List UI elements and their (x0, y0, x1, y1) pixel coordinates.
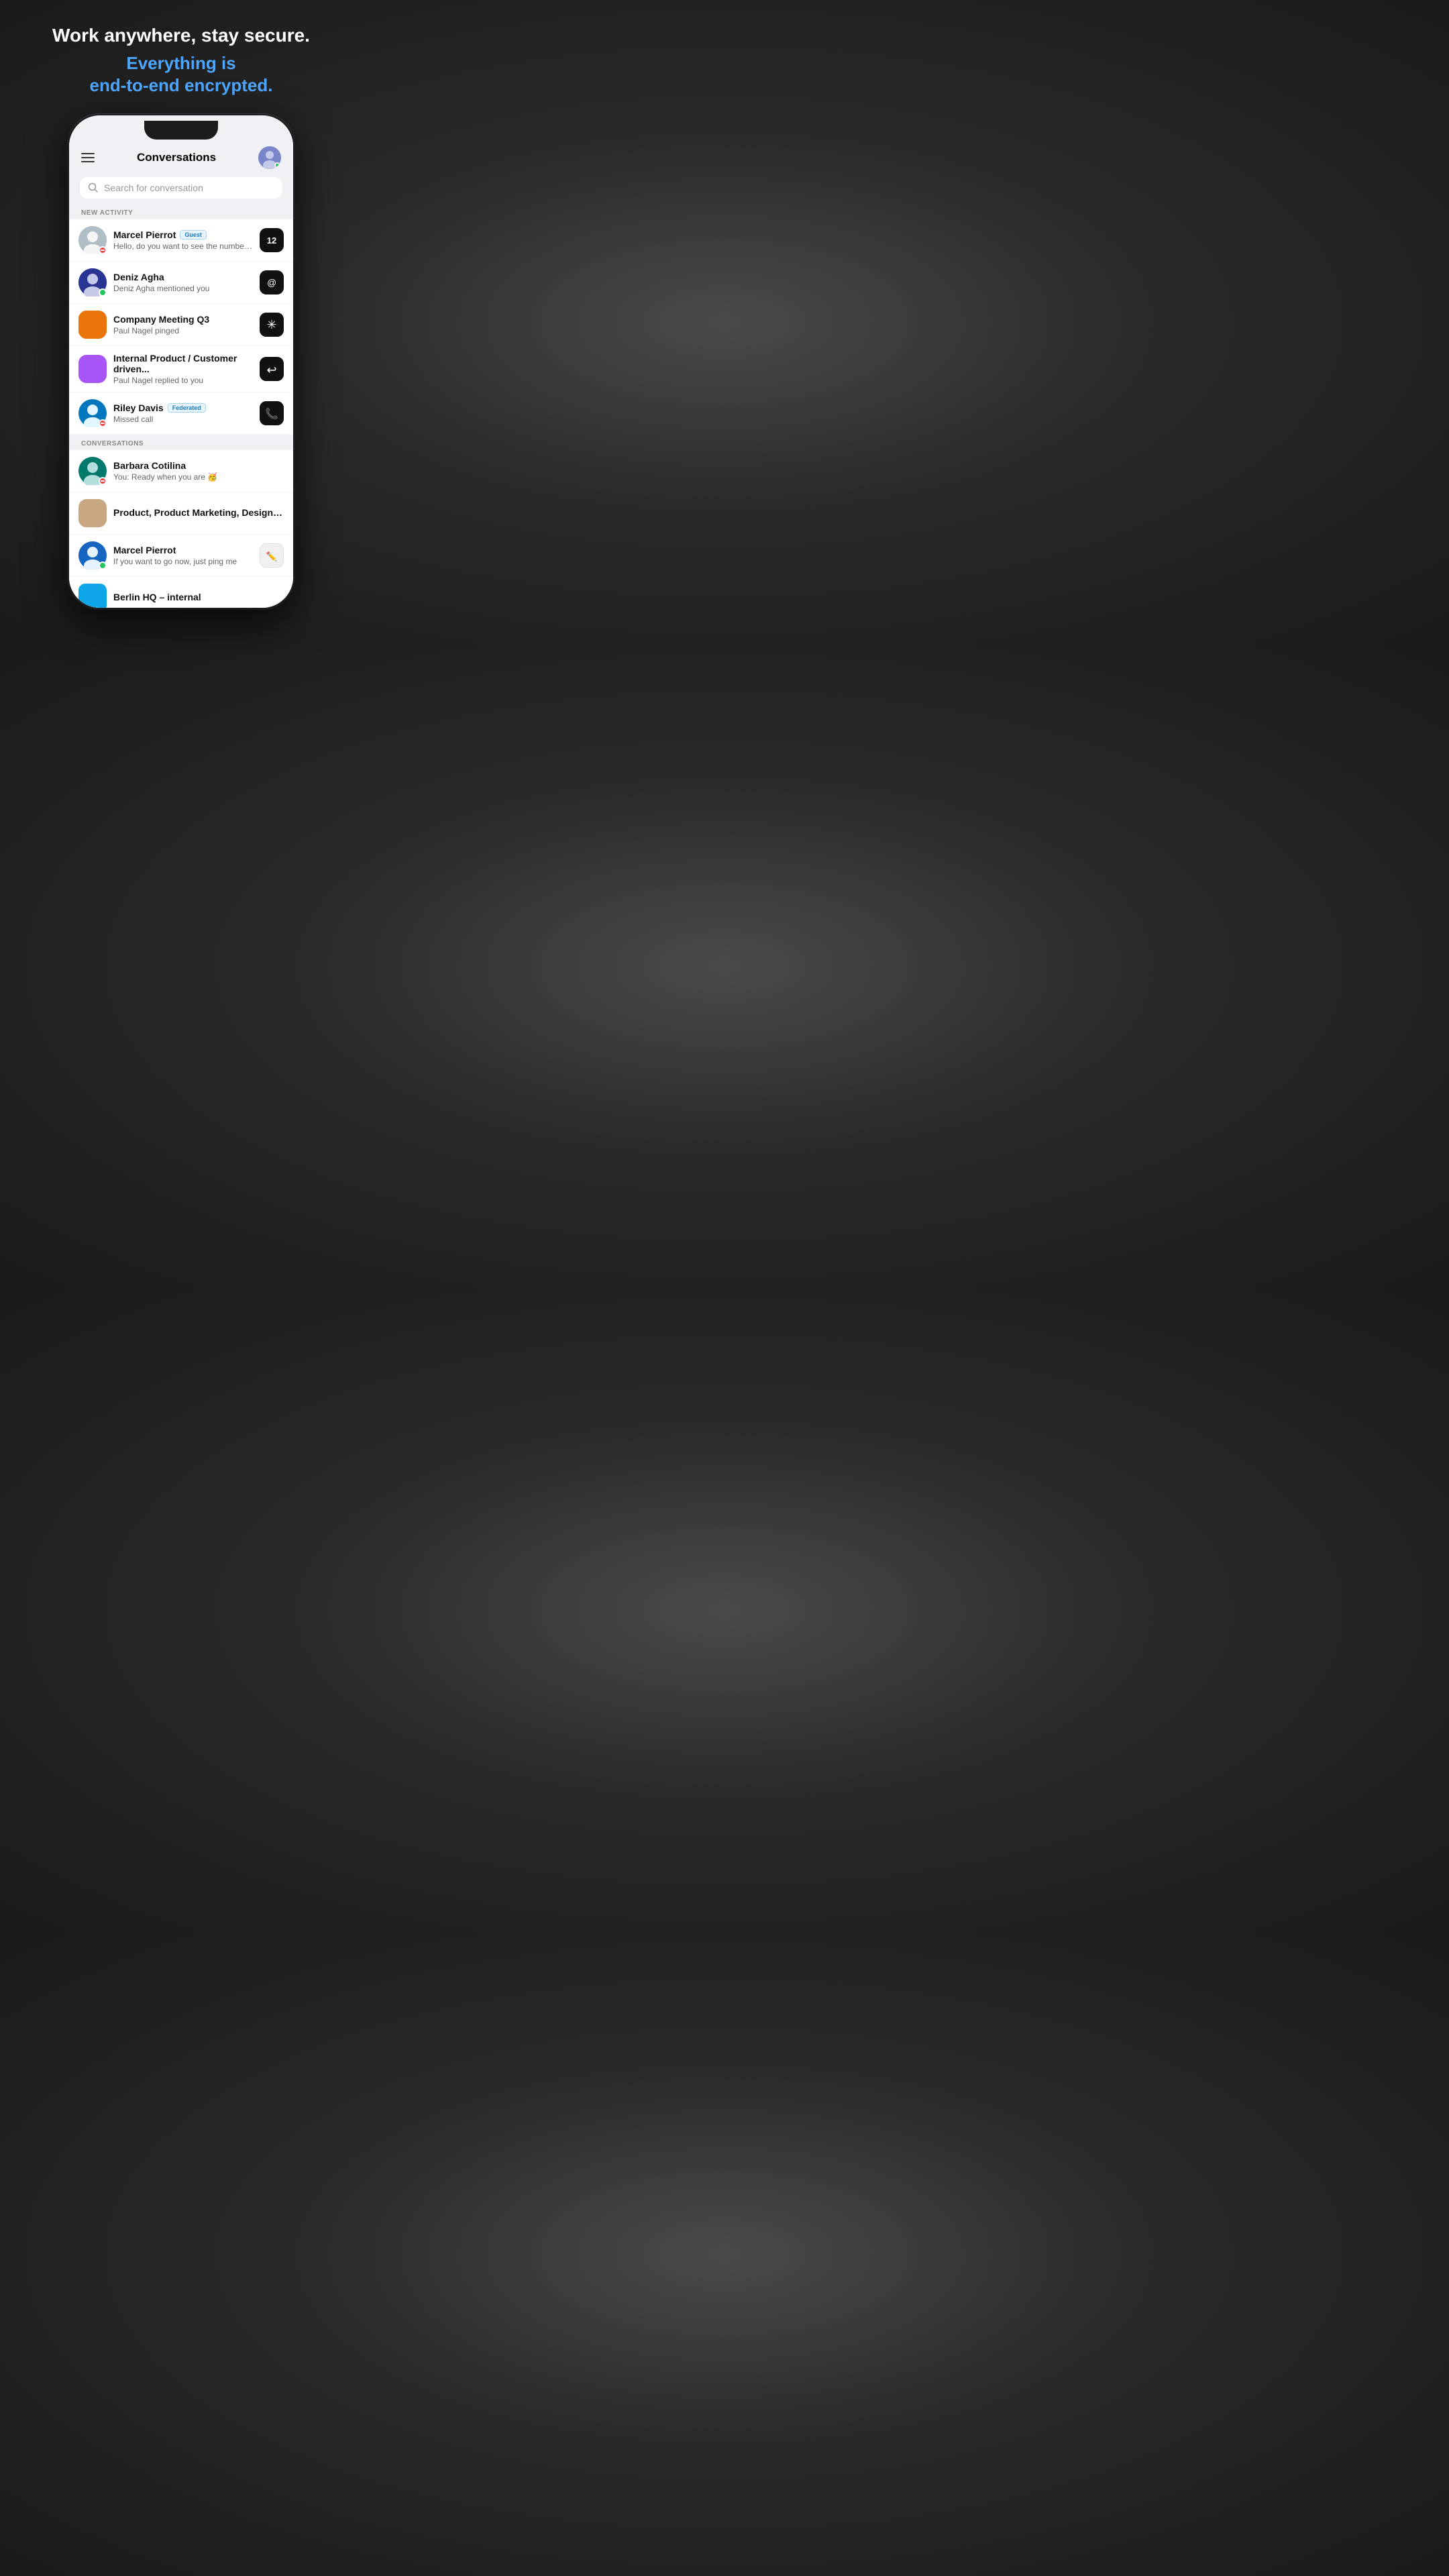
search-bar[interactable]: Search for conversation (80, 177, 282, 199)
activity-badge: ✏️ (260, 543, 284, 568)
avatar (78, 499, 107, 527)
conversation-content: Internal Product / Customer driven... Pa… (113, 353, 253, 385)
activity-badge: 📞 (260, 401, 284, 425)
activity-badge: ✳ (260, 313, 284, 337)
name-row: Riley Davis Federated (113, 402, 253, 413)
unread-badge: 12 (260, 228, 284, 252)
hero-subtitle: Everything is end-to-end encrypted. (27, 52, 335, 98)
conversation-content: Marcel Pierrot Guest Hello, do you want … (113, 229, 253, 251)
new-activity-header: NEW ACTIVITY (69, 204, 293, 219)
federated-badge: Federated (168, 403, 206, 413)
notch (144, 121, 218, 140)
phone-device: Conversations (67, 113, 295, 610)
name-row: Barbara Cotilina (113, 460, 284, 471)
conversation-content: Berlin HQ – internal (113, 592, 284, 604)
avatar (78, 457, 107, 485)
contact-name: Berlin HQ – internal (113, 592, 201, 602)
conversation-content: Company Meeting Q3 Paul Nagel pinged (113, 314, 253, 335)
message-preview: Hello, do you want to see the number... (113, 241, 253, 251)
message-preview: You: Ready when you are 🥳 (113, 472, 284, 482)
list-item[interactable]: Riley Davis Federated Missed call 📞 (69, 392, 293, 435)
name-row: Deniz Agha (113, 272, 253, 282)
conversations-list: Marcel Pierrot Guest Hello, do you want … (69, 219, 293, 608)
conversation-content: Deniz Agha Deniz Agha mentioned you (113, 272, 253, 293)
avatar (78, 355, 107, 383)
app-content: Conversations (69, 140, 293, 608)
list-item[interactable]: Company Meeting Q3 Paul Nagel pinged ✳ (69, 304, 293, 346)
search-icon (88, 182, 99, 193)
online-status-dot (274, 162, 280, 168)
conversation-content: Riley Davis Federated Missed call (113, 402, 253, 424)
conversation-content: Marcel Pierrot If you want to go now, ju… (113, 545, 253, 566)
svg-text:📞: 📞 (265, 407, 278, 420)
message-preview: Missed call (113, 415, 253, 424)
avatar (78, 311, 107, 339)
contact-name: Internal Product / Customer driven... (113, 353, 253, 374)
list-item[interactable]: Barbara Cotilina You: Ready when you are… (69, 450, 293, 492)
list-item[interactable]: Product, Product Marketing, Design… (69, 492, 293, 535)
message-preview: Deniz Agha mentioned you (113, 284, 253, 293)
name-row: Product, Product Marketing, Design… (113, 507, 284, 518)
svg-text:@: @ (267, 277, 276, 288)
list-item[interactable]: Berlin HQ – internal (69, 577, 293, 608)
contact-name: Riley Davis (113, 402, 164, 413)
message-preview: If you want to go now, just ping me (113, 557, 253, 566)
svg-text:✳: ✳ (266, 318, 276, 331)
name-row: Internal Product / Customer driven... (113, 353, 253, 374)
menu-button[interactable] (81, 153, 95, 162)
header-title: Conversations (137, 151, 216, 164)
list-item[interactable]: Deniz Agha Deniz Agha mentioned you @ (69, 262, 293, 304)
conversations-section-header: CONVERSATIONS (69, 435, 293, 450)
list-item[interactable]: Internal Product / Customer driven... Pa… (69, 346, 293, 392)
contact-name: Deniz Agha (113, 272, 164, 282)
avatar (78, 226, 107, 254)
contact-name: Product, Product Marketing, Design… (113, 507, 282, 518)
list-item[interactable]: Marcel Pierrot If you want to go now, ju… (69, 535, 293, 577)
activity-badge: @ (260, 270, 284, 294)
list-item[interactable]: Marcel Pierrot Guest Hello, do you want … (69, 219, 293, 262)
conversation-content: Product, Product Marketing, Design… (113, 507, 284, 519)
user-avatar[interactable] (258, 146, 281, 169)
avatar (78, 541, 107, 570)
message-preview: Paul Nagel pinged (113, 326, 253, 335)
notch-area (69, 115, 293, 140)
avatar (78, 399, 107, 427)
app-header: Conversations (69, 140, 293, 174)
name-row: Marcel Pierrot Guest (113, 229, 253, 240)
contact-name: Company Meeting Q3 (113, 314, 209, 325)
contact-name: Barbara Cotilina (113, 460, 186, 471)
name-row: Company Meeting Q3 (113, 314, 253, 325)
name-row: Berlin HQ – internal (113, 592, 284, 602)
phone-frame: Conversations (67, 113, 295, 644)
message-preview: Paul Nagel replied to you (113, 376, 253, 385)
hero-title: Work anywhere, stay secure. (27, 24, 335, 47)
guest-badge: Guest (180, 230, 207, 239)
avatar (78, 268, 107, 297)
activity-badge: ↩ (260, 357, 284, 381)
avatar (78, 584, 107, 608)
phone-screen: Conversations (69, 115, 293, 608)
hero-section: Work anywhere, stay secure. Everything i… (0, 0, 362, 113)
contact-name: Marcel Pierrot (113, 545, 176, 555)
svg-text:↩: ↩ (266, 364, 276, 377)
search-placeholder: Search for conversation (104, 182, 203, 193)
contact-name: Marcel Pierrot (113, 229, 176, 240)
name-row: Marcel Pierrot (113, 545, 253, 555)
svg-text:✏️: ✏️ (266, 551, 277, 561)
conversation-content: Barbara Cotilina You: Ready when you are… (113, 460, 284, 482)
